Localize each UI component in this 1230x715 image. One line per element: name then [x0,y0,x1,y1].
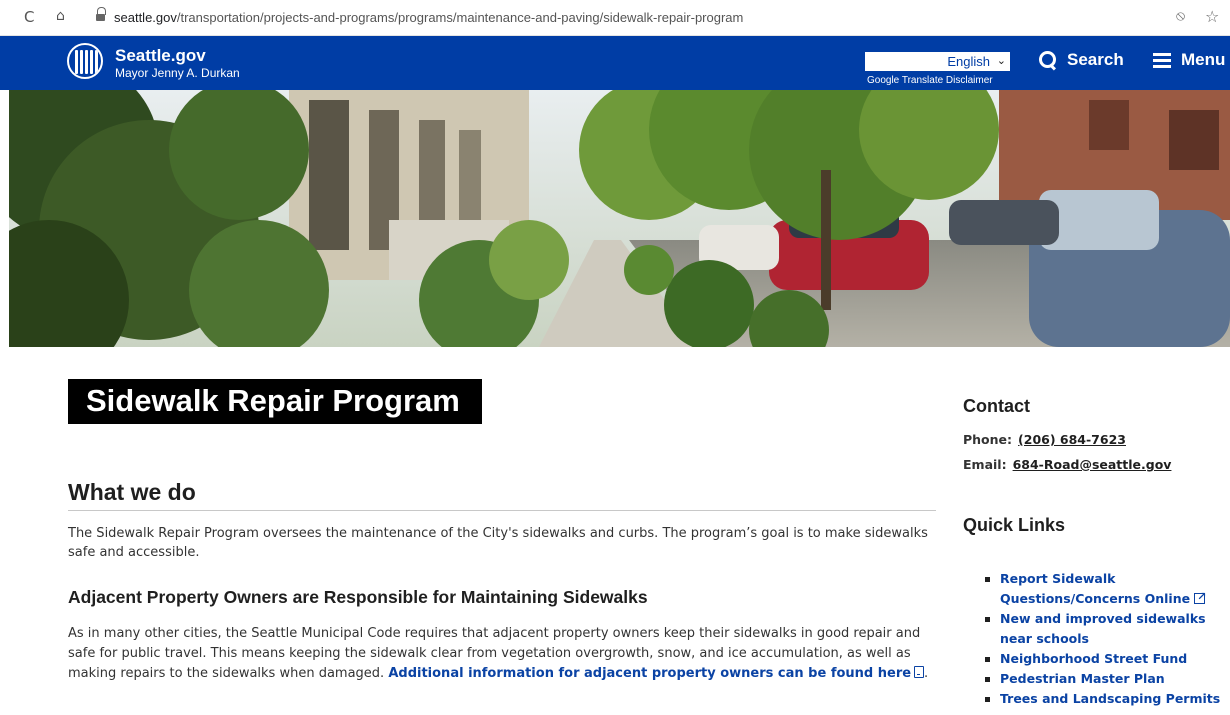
bookmark-star-icon[interactable]: ☆ [1205,7,1219,26]
language-value: English [947,54,990,69]
tracking-protection-icon[interactable]: ⦸ [1176,8,1185,24]
address-bar[interactable]: seattle.gov/transportation/projects-and-… [114,10,743,25]
intro-paragraph: The Sidewalk Repair Program oversees the… [68,526,928,560]
quick-link-trees-landscaping-permits[interactable]: Trees and Landscaping Permits [985,689,1230,709]
subsection-heading: Adjacent Property Owners are Responsible… [68,587,648,607]
email-line: Email: 684-Road@seattle.gov [963,457,1171,472]
quick-links-heading: Quick Links [963,515,1066,535]
mayor-name: Mayor Jenny A. Durkan [115,66,240,80]
hamburger-menu-icon [1153,52,1171,68]
chevron-down-icon: ⌄ [996,55,1006,67]
section-divider [68,510,936,511]
email-label: Email: [963,457,1007,472]
contact-heading: Contact [963,396,1030,416]
hero-image [9,90,1230,347]
document-icon [914,666,925,678]
reload-icon[interactable]: C [24,8,34,26]
home-icon[interactable]: ⌂ [56,8,65,24]
lock-icon[interactable] [96,7,106,23]
body-paragraph: As in many other cities, the Seattle Mun… [68,624,943,684]
menu-button[interactable]: Menu [1153,50,1225,70]
search-button[interactable]: Search [1039,50,1124,70]
site-name[interactable]: Seattle.gov [115,46,206,66]
page-title: Sidewalk Repair Program [86,383,460,418]
menu-label: Menu [1181,50,1226,69]
url-domain: seattle.gov [114,10,177,25]
url-path: /transportation/projects-and-programs/pr… [176,10,744,25]
quick-link-sidewalks-near-schools[interactable]: New and improved sidewalks near schools [985,609,1230,649]
language-select[interactable]: English ⌄ [865,52,1010,71]
body-end: . [924,666,929,681]
seattle-logo-icon[interactable] [67,43,103,79]
quick-link-neighborhood-street-fund[interactable]: Neighborhood Street Fund [985,649,1230,669]
section-heading: What we do [68,479,196,505]
browser-toolbar: C ⌂ seattle.gov/transportation/projects-… [0,0,1230,36]
search-icon [1039,51,1057,69]
email-link[interactable]: 684-Road@seattle.gov [1013,457,1172,472]
quick-link-pedestrian-master-plan[interactable]: Pedestrian Master Plan [985,669,1230,689]
phone-link[interactable]: (206) 684-7623 [1018,432,1126,447]
quick-links-list: Report Sidewalk Questions/Concerns Onlin… [985,569,1230,709]
phone-label: Phone: [963,432,1013,447]
translate-disclaimer-link[interactable]: Google Translate Disclaimer [867,75,993,86]
external-link-icon [1194,587,1206,607]
phone-line: Phone: (206) 684-7623 [963,432,1126,447]
page-title-box: Sidewalk Repair Program [68,379,482,424]
site-header: Seattle.gov Mayor Jenny A. Durkan Englis… [0,36,1230,90]
quick-link-report-sidewalk[interactable]: Report Sidewalk Questions/Concerns Onlin… [985,569,1230,609]
property-owners-info-link[interactable]: Additional information for adjacent prop… [388,666,925,681]
search-label: Search [1067,50,1124,69]
